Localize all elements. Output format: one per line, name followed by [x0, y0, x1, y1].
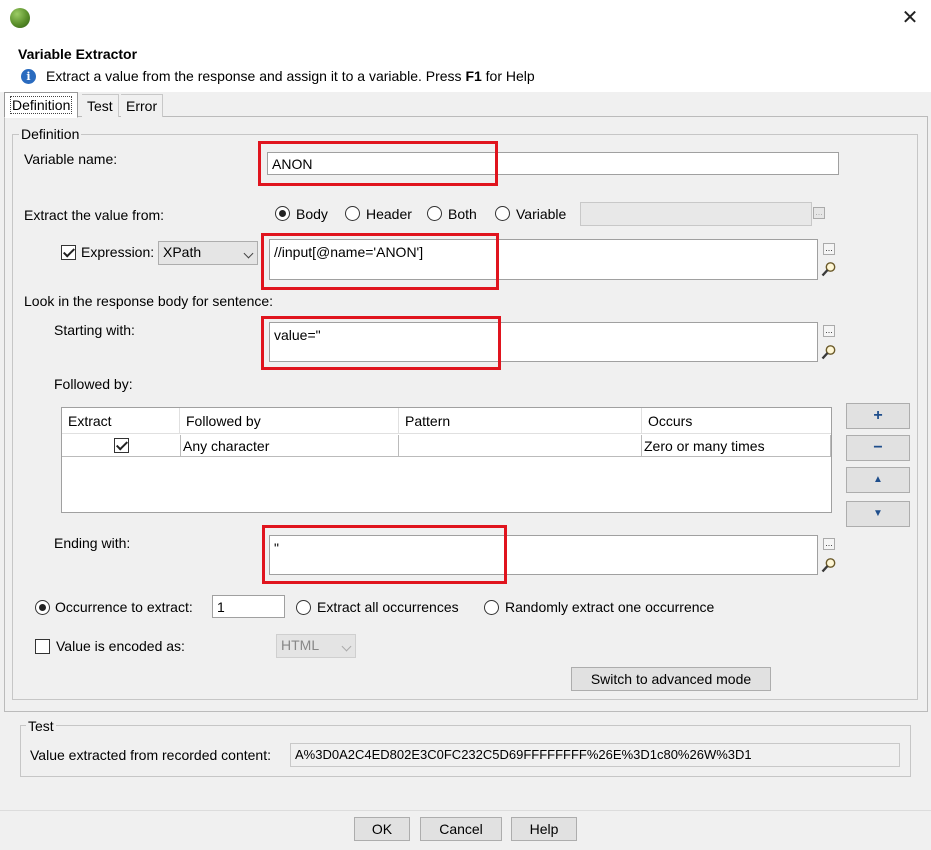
radio-header[interactable] — [345, 206, 360, 221]
encoding-select: HTML — [276, 634, 356, 658]
definition-group-label: Definition — [19, 126, 82, 142]
app-logo-icon — [10, 8, 30, 28]
extract-row-checkbox[interactable] — [114, 438, 129, 453]
info-icon: i — [21, 69, 36, 84]
extracted-value-label: Value extracted from recorded content: — [30, 747, 271, 763]
switch-advanced-mode-button[interactable]: Switch to advanced mode — [571, 667, 771, 691]
magnifier-icon[interactable] — [821, 557, 837, 573]
column-header-extract[interactable]: Extract — [62, 408, 180, 434]
encoded-label: Value is encoded as: — [56, 638, 185, 654]
chevron-down-icon — [341, 641, 352, 652]
radio-both[interactable] — [427, 206, 442, 221]
tab-test[interactable]: Test — [82, 94, 119, 117]
extract-all-label: Extract all occurrences — [317, 599, 459, 615]
close-icon[interactable]: ✕ — [898, 6, 922, 30]
expression-label: Expression: — [81, 244, 155, 260]
title-bar — [0, 0, 931, 40]
radio-random[interactable] — [484, 600, 499, 615]
radio-occurrence[interactable] — [35, 600, 50, 615]
move-up-button[interactable]: ▲ — [846, 467, 910, 493]
help-button[interactable]: Help — [511, 817, 577, 841]
help-hint: Extract a value from the response and as… — [46, 68, 535, 84]
cancel-button[interactable]: Cancel — [420, 817, 502, 841]
occurrence-input[interactable]: 1 — [212, 595, 285, 618]
variable-source-input — [580, 202, 812, 226]
ending-with-browse-button[interactable]: ... — [823, 538, 835, 550]
column-header-pattern[interactable]: Pattern — [399, 408, 642, 434]
expression-browse-button[interactable]: ... — [823, 243, 835, 255]
radio-variable-label: Variable — [516, 206, 567, 222]
table-cell-followed-by[interactable]: Any character — [181, 435, 399, 457]
table-cell-pattern[interactable] — [399, 435, 642, 457]
ending-with-label: Ending with: — [54, 535, 131, 551]
radio-both-label: Both — [448, 206, 477, 222]
table-row[interactable] — [62, 435, 181, 457]
column-header-occurs[interactable]: Occurs — [642, 408, 831, 434]
magnifier-icon[interactable] — [821, 344, 837, 360]
magnifier-icon[interactable] — [821, 261, 837, 277]
extracted-value-field: A%3D0A2C4ED802E3C0FC232C5D69FFFFFFFF%26E… — [290, 743, 900, 767]
remove-row-button[interactable]: − — [846, 435, 910, 461]
tab-error[interactable]: Error — [121, 94, 164, 117]
followed-by-table[interactable]: Extract Followed by Pattern Occurs Any c… — [61, 407, 832, 513]
radio-body-label: Body — [296, 206, 328, 222]
test-group-label: Test — [26, 718, 56, 734]
add-row-button[interactable]: + — [846, 403, 910, 429]
starting-with-label: Starting with: — [54, 322, 135, 338]
radio-body[interactable] — [275, 206, 290, 221]
expression-type-select[interactable]: XPath — [158, 241, 258, 265]
tab-definition[interactable]: Definition — [4, 92, 79, 118]
dialog-title: Variable Extractor — [18, 46, 138, 62]
occurrence-label: Occurrence to extract: — [55, 599, 193, 615]
random-label: Randomly extract one occurrence — [505, 599, 715, 615]
column-header-followed-by[interactable]: Followed by — [180, 408, 399, 434]
ending-with-textarea[interactable]: " — [269, 535, 818, 575]
expression-checkbox[interactable] — [61, 245, 76, 260]
expression-textarea[interactable]: //input[@name='ANON'] — [269, 239, 818, 280]
move-down-button[interactable]: ▼ — [846, 501, 910, 527]
variable-source-browse-button: ... — [813, 207, 825, 219]
variable-name-label: Variable name: — [24, 151, 118, 167]
extract-from-label: Extract the value from: — [24, 207, 165, 223]
dialog-header — [0, 40, 931, 92]
variable-name-input[interactable]: ANON — [267, 152, 839, 175]
encoded-checkbox[interactable] — [35, 639, 50, 654]
followed-by-label: Followed by: — [54, 376, 133, 392]
radio-extract-all[interactable] — [296, 600, 311, 615]
look-in-label: Look in the response body for sentence: — [24, 293, 274, 309]
starting-with-browse-button[interactable]: ... — [823, 325, 835, 337]
radio-header-label: Header — [366, 206, 412, 222]
table-cell-occurs[interactable]: Zero or many times — [642, 435, 831, 457]
radio-variable[interactable] — [495, 206, 510, 221]
starting-with-textarea[interactable]: value=" — [269, 322, 818, 362]
ok-button[interactable]: OK — [354, 817, 410, 841]
chevron-down-icon — [243, 248, 254, 259]
